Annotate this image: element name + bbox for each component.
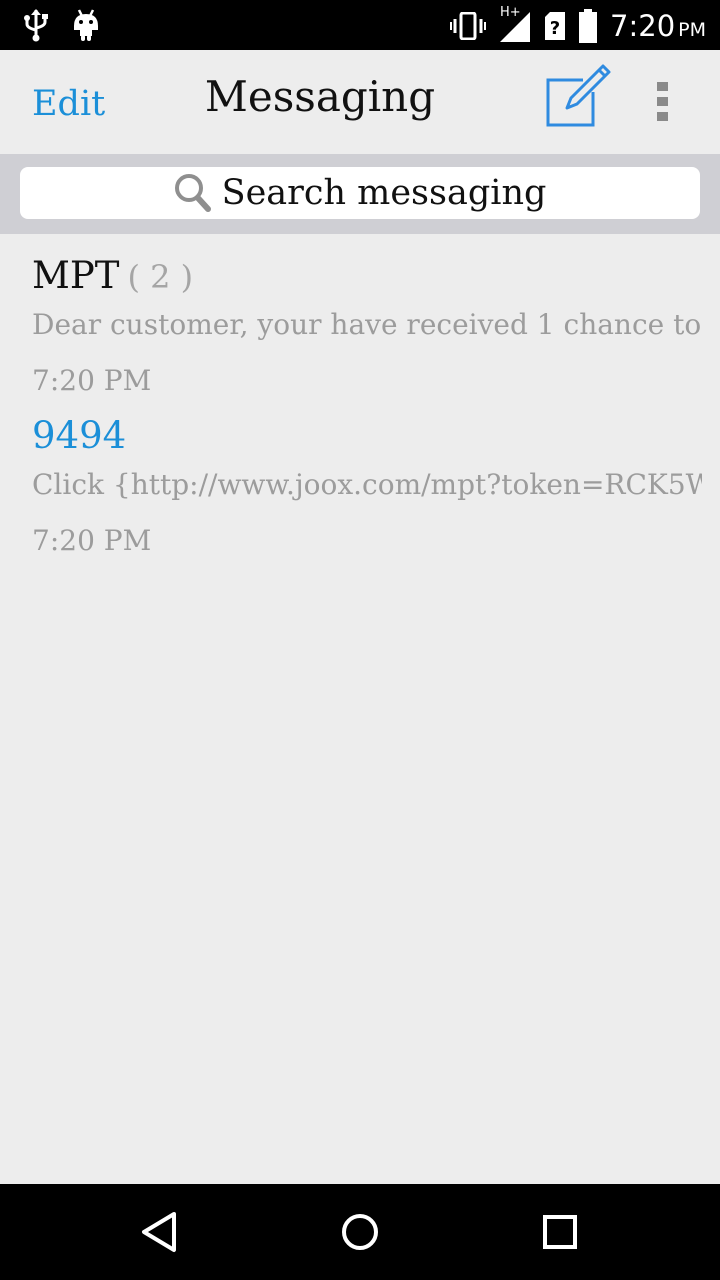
compose-icon: [546, 64, 611, 127]
message-time: 7:20 PM: [32, 524, 152, 557]
vibrate-icon: [450, 12, 487, 40]
recents-icon: [543, 1215, 577, 1249]
home-button[interactable]: [336, 1208, 384, 1256]
battery-icon: [579, 9, 598, 43]
conversation-item[interactable]: MPT( 2 ) Dear customer, your have receiv…: [0, 234, 720, 397]
signal-indicator: H+: [498, 5, 532, 44]
clock: 7:20 PM: [610, 9, 706, 43]
search-bar: Search messaging: [0, 154, 720, 234]
back-button[interactable]: [136, 1208, 184, 1256]
svg-text:?: ?: [550, 18, 560, 39]
message-count: ( 2 ): [127, 258, 194, 296]
android-icon: [74, 9, 98, 41]
search-placeholder: Search messaging: [221, 173, 547, 213]
sender-name-row: MPT( 2 ): [32, 254, 193, 297]
sim-unknown-icon: ?: [545, 12, 566, 40]
back-icon: [142, 1212, 176, 1252]
clock-ampm: PM: [678, 19, 706, 41]
sender-name: MPT: [32, 254, 120, 297]
conversation-item[interactable]: 9494 Click {http://www.joox.com/mpt?toke…: [0, 394, 720, 557]
home-icon: [342, 1214, 378, 1250]
more-vertical-icon: [657, 82, 668, 121]
usb-icon: [24, 9, 48, 42]
page-title: Messaging: [204, 72, 436, 121]
clock-time: 7:20: [610, 9, 676, 43]
status-bar: H+ ? 7:20 PM: [0, 0, 720, 50]
app-header: Edit Messaging: [0, 50, 720, 154]
signal-icon: [500, 12, 531, 42]
conversation-list: MPT( 2 ) Dear customer, your have receiv…: [0, 234, 720, 557]
more-options-button[interactable]: [650, 80, 676, 124]
compose-button[interactable]: [545, 62, 615, 132]
recents-button[interactable]: [536, 1208, 584, 1256]
sender-name: 9494: [32, 414, 127, 457]
message-preview: Click {http://www.joox.com/mpt?token=RCK…: [32, 468, 702, 501]
search-icon: [174, 174, 211, 212]
navigation-bar: [0, 1184, 720, 1280]
message-time: 7:20 PM: [32, 364, 152, 397]
message-preview: Dear customer, your have received 1 chan…: [32, 308, 702, 341]
search-input[interactable]: Search messaging: [20, 167, 700, 219]
